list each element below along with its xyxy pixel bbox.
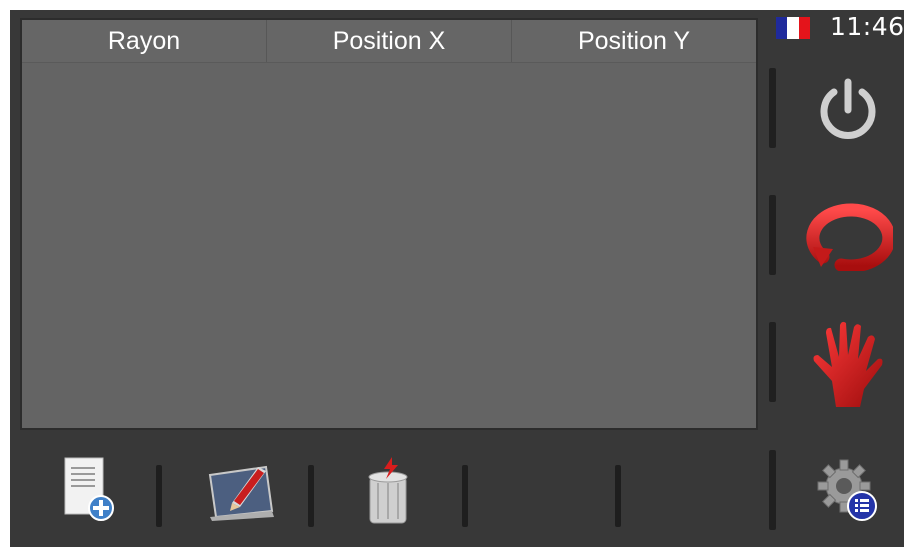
separator bbox=[462, 465, 468, 527]
add-document-icon bbox=[64, 457, 114, 521]
add-document-button[interactable] bbox=[40, 450, 130, 530]
data-table: Rayon Position X Position Y bbox=[20, 18, 758, 430]
power-button[interactable] bbox=[800, 62, 896, 158]
column-header-position-y[interactable]: Position Y bbox=[512, 20, 756, 62]
reload-cycle-icon bbox=[806, 203, 893, 271]
settings-list-icon bbox=[817, 459, 877, 521]
delete-trash-icon bbox=[368, 457, 408, 524]
france-flag-icon[interactable] bbox=[776, 17, 810, 39]
separator bbox=[769, 195, 776, 275]
settings-list-button[interactable] bbox=[800, 442, 896, 538]
table-body[interactable] bbox=[22, 63, 756, 428]
reload-cycle-button[interactable] bbox=[800, 188, 896, 284]
stop-hand-button[interactable] bbox=[800, 316, 896, 412]
edit-pencil-icon bbox=[208, 465, 274, 521]
table-header: Rayon Position X Position Y bbox=[22, 20, 756, 63]
separator bbox=[615, 465, 621, 527]
separator bbox=[769, 68, 776, 148]
stop-hand-icon bbox=[813, 321, 883, 407]
separator bbox=[769, 322, 776, 402]
delete-button[interactable] bbox=[343, 450, 433, 530]
app-window: Rayon Position X Position Y 11:46 bbox=[10, 10, 904, 547]
power-icon bbox=[820, 78, 876, 139]
edit-button[interactable] bbox=[195, 450, 285, 530]
column-header-position-x[interactable]: Position X bbox=[267, 20, 512, 62]
column-header-rayon[interactable]: Rayon bbox=[22, 20, 267, 62]
clock-time: 11:46 bbox=[830, 12, 904, 41]
separator bbox=[769, 450, 776, 530]
separator bbox=[308, 465, 314, 527]
separator bbox=[156, 465, 162, 527]
